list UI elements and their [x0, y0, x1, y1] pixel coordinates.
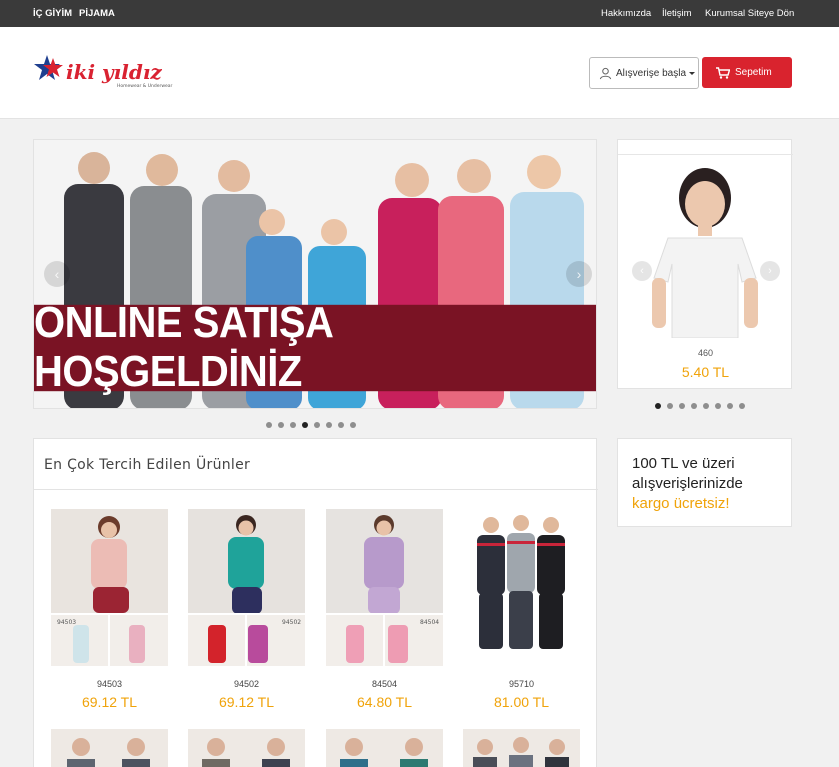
chevron-down-icon [689, 71, 696, 75]
banner-prev-arrow[interactable]: ‹ [44, 261, 70, 287]
start-shopping-button[interactable]: Alışverişe başla [589, 57, 699, 89]
side-next-arrow[interactable]: › [760, 261, 780, 281]
product-code: 94503 [96, 679, 123, 689]
svg-text:94503: 94503 [57, 619, 76, 626]
svg-text:94502: 94502 [282, 619, 301, 626]
banner-dot[interactable] [266, 422, 272, 428]
product-code: 94502 [233, 679, 260, 689]
cart-button[interactable]: Sepetim [702, 57, 792, 88]
svg-text:84504: 84504 [420, 619, 439, 626]
svg-text:iki yıldız: iki yıldız [66, 60, 162, 84]
banner-title: ONLINE SATIŞA HOŞGELDİNİZ [34, 299, 596, 396]
promo-text: 100 TL ve üzeri alışverişlerinizde kargo… [632, 454, 782, 514]
side-prev-arrow[interactable]: ‹ [632, 261, 652, 281]
product-image[interactable]: 84504 [326, 509, 443, 666]
side-dot[interactable] [715, 403, 721, 409]
side-dot[interactable] [691, 403, 697, 409]
side-product-code: 460 [697, 348, 714, 358]
side-product-price: 5.40 TL [681, 364, 730, 380]
site-header: iki yıldız Homewear & Underwear Alışveri… [0, 27, 839, 119]
promo-highlight-text: kargo ücretsiz! [632, 495, 730, 512]
banner-dot[interactable] [278, 422, 284, 428]
site-logo[interactable]: iki yıldız Homewear & Underwear [33, 53, 193, 93]
nav-link-pijama[interactable]: PİJAMA [79, 8, 115, 19]
side-product-image[interactable] [638, 160, 773, 338]
start-shopping-label: Alışverişe başla [616, 67, 687, 79]
product-image[interactable] [51, 729, 168, 767]
side-pagination [655, 403, 745, 409]
svg-text:Homewear & Underwear: Homewear & Underwear [117, 83, 173, 89]
banner-dot-active[interactable] [302, 422, 308, 428]
side-dot[interactable] [679, 403, 685, 409]
divider [34, 489, 598, 490]
side-dot[interactable] [667, 403, 673, 409]
product-image[interactable] [463, 729, 580, 767]
side-dot[interactable] [727, 403, 733, 409]
product-image[interactable] [463, 509, 580, 666]
side-dot[interactable] [703, 403, 709, 409]
nav-link-ic-giyim[interactable]: İÇ GİYİM [33, 8, 72, 19]
user-icon [599, 67, 612, 79]
side-product-slider: ‹ › 460 5.40 TL [617, 139, 793, 389]
banner-dot[interactable] [350, 422, 356, 428]
product-image[interactable] [326, 729, 443, 767]
product-image[interactable] [188, 729, 305, 767]
nav-link-contact[interactable]: İletişim [662, 8, 692, 19]
product-price: 69.12 TL [218, 694, 274, 710]
banner-dot[interactable] [314, 422, 320, 428]
cart-icon [716, 66, 730, 79]
promo-main-text: 100 TL ve üzeri alışverişlerinizde [632, 455, 743, 492]
cart-label: Sepetim [735, 67, 772, 78]
side-dot[interactable] [739, 403, 745, 409]
banner-dot[interactable] [338, 422, 344, 428]
free-shipping-promo: 100 TL ve üzeri alışverişlerinizde kargo… [617, 438, 792, 527]
product-price: 69.12 TL [81, 694, 137, 710]
hero-banner[interactable]: ONLINE SATIŞA HOŞGELDİNİZ ‹ › [33, 139, 597, 409]
product-image[interactable]: 94503 [51, 509, 168, 666]
banner-next-arrow[interactable]: › [566, 261, 592, 287]
banner-dot[interactable] [290, 422, 296, 428]
top-bar: İÇ GİYİM PİJAMA Hakkımızda İletişim Kuru… [0, 0, 839, 27]
banner-pagination [266, 422, 356, 428]
banner-dot[interactable] [326, 422, 332, 428]
divider [618, 154, 793, 155]
best-sellers-panel: En Çok Tercih Edilen Ürünler 94503 94503… [33, 438, 598, 767]
product-code: 84504 [371, 679, 398, 689]
product-price: 64.80 TL [356, 694, 412, 710]
product-price: 81.00 TL [493, 694, 549, 710]
product-image[interactable]: 94502 [188, 509, 305, 666]
side-dot-active[interactable] [655, 403, 661, 409]
nav-link-about[interactable]: Hakkımızda [601, 8, 651, 19]
product-code: 95710 [508, 679, 535, 689]
nav-link-corporate[interactable]: Kurumsal Siteye Dön [705, 8, 794, 19]
best-sellers-title: En Çok Tercih Edilen Ürünler [44, 457, 251, 473]
